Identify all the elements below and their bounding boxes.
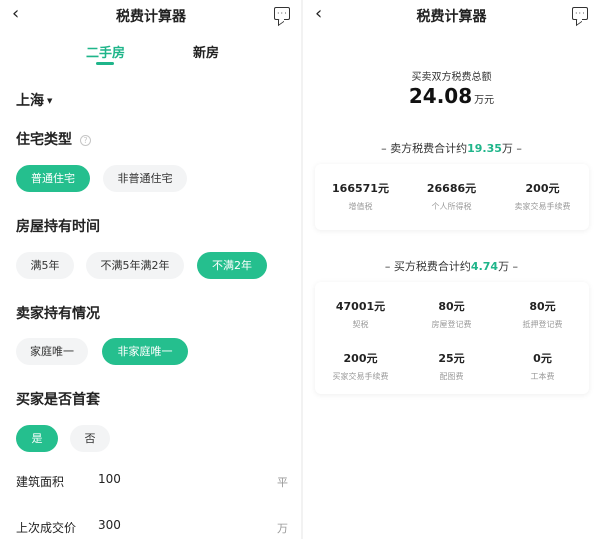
option-under-2-years[interactable]: 不满2年 <box>197 252 267 279</box>
fee-label: 房屋登记费 <box>431 320 472 329</box>
option-non-ordinary-house[interactable]: 非普通住宅 <box>103 165 187 192</box>
last-price-label: 上次成交价 <box>16 521 77 535</box>
result-page-title: 税费计算器 <box>416 9 487 25</box>
total-amount: 24.08 万元 <box>303 84 600 108</box>
fee-value: 0元 <box>533 352 552 365</box>
fee-value: 80元 <box>529 300 556 313</box>
fee-value: 166571元 <box>332 182 389 195</box>
area-unit: 平 <box>277 476 288 489</box>
area-label: 建筑面积 <box>16 475 65 489</box>
tab-active-indicator <box>96 62 114 65</box>
fee-item: 26686元 个人所得税 <box>406 180 497 212</box>
nav-bar: ‹ 税费计算器 ··· <box>0 0 302 30</box>
seller-status-title: 卖家持有情况 <box>16 306 100 322</box>
total-value: 24.08 <box>408 84 473 108</box>
option-ordinary-house[interactable]: 普通住宅 <box>16 165 90 192</box>
fee-label: 工本费 <box>530 372 555 381</box>
last-price-input[interactable] <box>98 518 248 532</box>
message-icon[interactable]: ··· <box>274 7 290 20</box>
buyer-summary-prefix: – 买方税费合计约 <box>384 260 471 273</box>
seller-summary-suffix: 万 – <box>501 142 522 155</box>
area-input[interactable] <box>98 472 248 486</box>
buyer-summary: – 买方税费合计约4.74万 – <box>303 258 600 274</box>
message-icon[interactable]: ··· <box>572 7 588 20</box>
city-label: 上海 <box>16 93 44 109</box>
fee-item: 200元 买家交易手续费 <box>315 350 406 382</box>
option-no[interactable]: 否 <box>70 425 110 452</box>
fee-item: 47001元 契税 <box>315 298 406 330</box>
fee-label: 契税 <box>352 320 369 329</box>
fee-label: 抵押登记费 <box>522 320 563 329</box>
house-type-title: 住宅类型? <box>16 129 91 149</box>
last-price-unit: 万 <box>277 522 288 535</box>
tab-new-house[interactable]: 新房 <box>193 42 219 61</box>
house-tabs: 二手房 新房 <box>0 40 302 70</box>
result-nav-bar: ‹ 税费计算器 ··· <box>303 0 600 30</box>
fee-value: 200元 <box>343 352 378 365</box>
house-type-label: 住宅类型 <box>16 132 72 148</box>
fee-value: 200元 <box>525 182 560 195</box>
seller-summary: – 卖方税费合计约19.35万 – <box>303 140 600 156</box>
fee-value: 26686元 <box>426 182 477 195</box>
option-yes[interactable]: 是 <box>16 425 58 452</box>
tab-second-hand[interactable]: 二手房 <box>86 42 125 61</box>
buyer-summary-amount: 4.74 <box>470 260 499 273</box>
buyer-first-title: 买家是否首套 <box>16 392 100 408</box>
message-dots-icon: ··· <box>575 9 586 18</box>
fee-item: 80元 房屋登记费 <box>406 298 497 330</box>
fee-label: 个人所得税 <box>431 202 472 211</box>
option-not-family-only[interactable]: 非家庭唯一 <box>102 338 188 365</box>
buyer-fee-card: 47001元 契税 80元 房屋登记费 80元 抵押登记费 200元 买家交易手… <box>315 282 589 394</box>
total-unit: 万元 <box>474 95 495 106</box>
fee-value: 25元 <box>438 352 465 365</box>
fee-item: 0元 工本费 <box>497 350 588 382</box>
fee-item: 80元 抵押登记费 <box>497 298 588 330</box>
seller-summary-amount: 19.35 <box>467 142 502 155</box>
caret-down-icon: ▼ <box>47 97 53 105</box>
fee-label: 买家交易手续费 <box>332 372 389 381</box>
fee-value: 80元 <box>438 300 465 313</box>
help-icon[interactable]: ? <box>80 134 91 146</box>
option-over-5-years[interactable]: 满5年 <box>16 252 74 279</box>
seller-fee-card: 166571元 增值税 26686元 个人所得税 200元 卖家交易手续费 <box>315 164 589 230</box>
buyer-summary-suffix: 万 – <box>498 260 519 273</box>
fee-value: 47001元 <box>335 300 386 313</box>
message-dots-icon: ··· <box>277 9 288 18</box>
fee-item: 200元 卖家交易手续费 <box>497 180 588 212</box>
option-2-to-5-years[interactable]: 不满5年满2年 <box>86 252 184 279</box>
fee-item: 166571元 增值税 <box>315 180 406 212</box>
fee-label: 增值税 <box>348 202 373 211</box>
page-title: 税费计算器 <box>116 9 186 25</box>
fee-label: 配图费 <box>439 372 464 381</box>
calculation-result-panel: ‹ 税费计算器 ··· 买卖双方税费总额 24.08 万元 – 卖方税费合计约19… <box>303 0 600 539</box>
holding-time-title: 房屋持有时间 <box>16 219 100 235</box>
seller-summary-prefix: – 卖方税费合计约 <box>381 142 468 155</box>
fee-item: 25元 配图费 <box>406 350 497 382</box>
fee-label: 卖家交易手续费 <box>514 202 571 211</box>
total-label: 买卖双方税费总额 <box>411 72 492 83</box>
calculator-form-panel: ‹ 税费计算器 ··· 二手房 新房 上海 ▼ 住宅类型? 普通住宅 非普通住宅 … <box>0 0 302 539</box>
option-family-only[interactable]: 家庭唯一 <box>16 338 88 365</box>
city-selector[interactable]: 上海 ▼ <box>16 90 52 110</box>
